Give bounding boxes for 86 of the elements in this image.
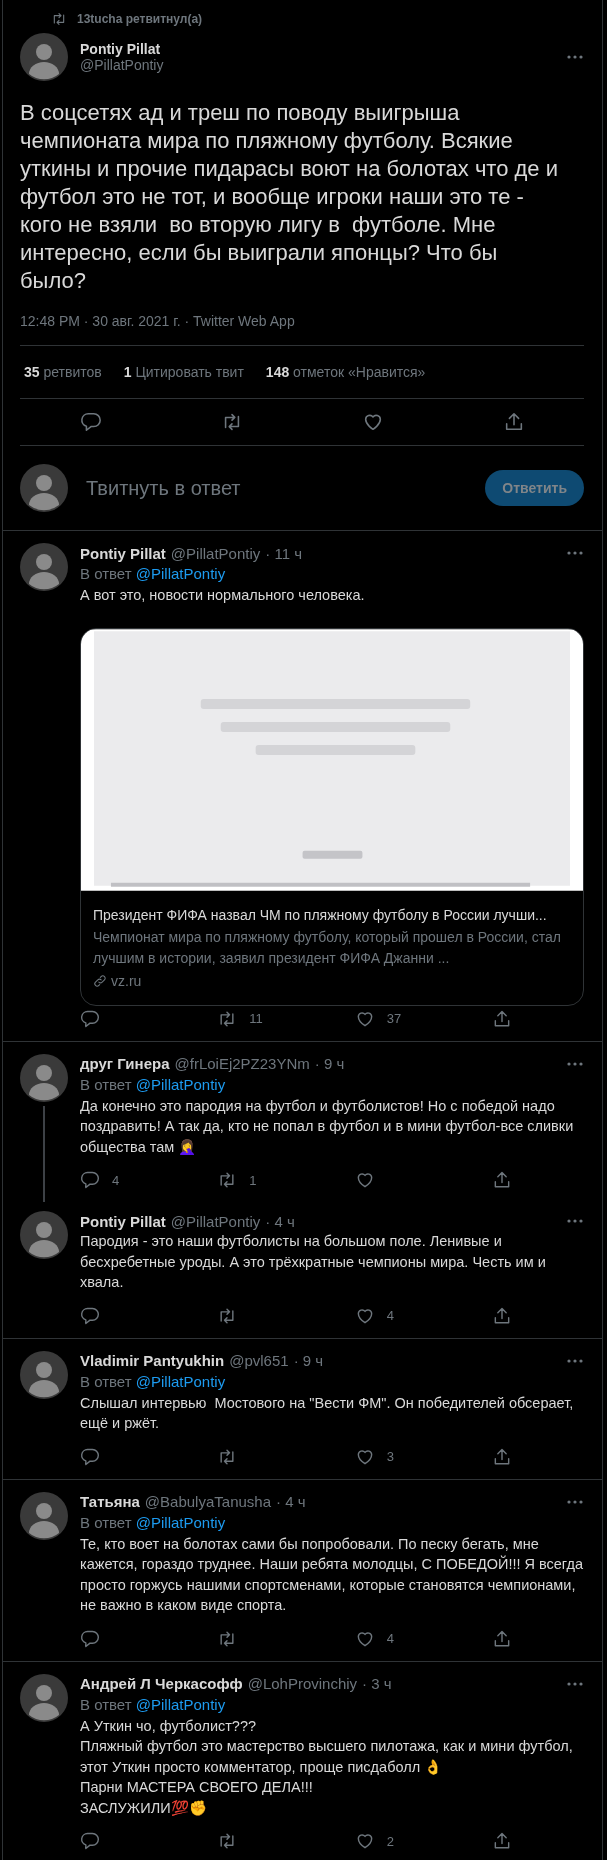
stat-link[interactable]: 148 отметок «Нравится» (265, 364, 426, 380)
avatar[interactable] (20, 1673, 68, 1722)
author-name[interactable]: Андрей Л Черкасофф (80, 1675, 243, 1692)
tweet-text: Слышал интервью Мостового на "Вести ФМ". Он победителей обсерает, ещё и ржёт. (80, 1393, 575, 1433)
retweet-label: 13tucha ретвитнул(а) (77, 12, 203, 26)
heart-button[interactable]: 2 (354, 1831, 415, 1851)
reply-context: В ответ @PillatPontiy (80, 1512, 227, 1533)
reply-context: В ответ @PillatPontiy (80, 564, 227, 584)
reply-icon (79, 411, 102, 433)
heart-button[interactable]: 4 (354, 1628, 415, 1649)
retweet-icon (51, 11, 67, 27)
share-icon (492, 1831, 512, 1851)
retweet-button[interactable]: 11 (217, 1008, 278, 1029)
avatar[interactable] (20, 464, 68, 512)
card-description: Чемпионат мира по пляжному футболу, который прошел в России, стал лучшим в истории, заявил президент ФИФА Джанни ... (93, 927, 562, 968)
heart-button[interactable]: 4 (354, 1305, 415, 1326)
reply-icon (80, 1008, 100, 1029)
reply-button[interactable] (79, 411, 102, 433)
link-icon (93, 973, 107, 988)
avatar[interactable] (20, 1211, 68, 1259)
author-handle[interactable]: @LohProvinchiy (247, 1675, 358, 1692)
reply-icon (80, 1831, 100, 1851)
author-handle[interactable]: @PillatPontiy (80, 57, 554, 73)
reply-icon (80, 1628, 100, 1649)
stat-link[interactable]: 35 ретвитов (24, 364, 102, 380)
share-button[interactable] (492, 1170, 512, 1190)
author-name[interactable]: Pontiy Pillat (80, 544, 166, 562)
share-icon (492, 1446, 512, 1467)
author-name[interactable]: Pontiy Pillat (80, 1212, 166, 1230)
author-name[interactable]: Татьяна (80, 1493, 140, 1510)
tweet-text: В соцсетях ад и треш по поводу выигрыша чемпионата мира по пляжному футболу. Всякие уткины и прочие пидарасы воют на болотах что де и футбол это не тот, и вообще игроки наши это те - кого не взяли во вторую лигу в футболе. Мне интересно, если бы выиграли японцы? Что бы было? (20, 99, 559, 295)
author-handle[interactable]: @frLoiEj2PZ23YNm (174, 1055, 310, 1072)
tweet-text: Пародия - это наши футболисты на большом поле. Ленивые и бесхребетные уроды. А это трёхкратные чемпионы мира. Честь им и хвала. (80, 1232, 547, 1292)
tweet-text: Те, кто воет на болотах сами бы попробовали. По песку бегать, мне кажется, гораздо труднее. Наши ребята молодцы, С ПОБЕДОЙ!!! Я всегда просто горжусь нашими спортсменами, которые становятся чемпионами, не важно в каком виде спорта. (80, 1534, 584, 1615)
share-icon (492, 1305, 512, 1326)
author-name[interactable]: друг Гинера (80, 1055, 170, 1072)
share-button[interactable] (492, 1305, 512, 1326)
card-title: Президент ФИФА назвал ЧМ по пляжному футболу в России лучши... (93, 905, 548, 925)
tweet-text: А вот это, новости нормального человека. (80, 586, 366, 605)
author-name[interactable]: Vladimir Pantyukhin (80, 1352, 225, 1369)
tweet-time[interactable]: · 4 ч (265, 1212, 295, 1230)
reply-icon (80, 1170, 100, 1190)
tweet-time[interactable]: · 4 ч (276, 1493, 306, 1510)
author-handle[interactable]: @PillatPontiy (170, 1212, 261, 1230)
tweet-time[interactable]: · 11 ч (265, 544, 302, 562)
share-button[interactable] (492, 1831, 512, 1851)
share-icon (492, 1008, 512, 1029)
share-button[interactable] (492, 1446, 512, 1467)
author-handle[interactable]: @BabulyaTanusha (144, 1493, 271, 1510)
share-button[interactable] (492, 1628, 512, 1649)
share-button[interactable] (492, 1008, 512, 1029)
reply-button[interactable]: Ответить (485, 470, 584, 506)
reply-icon (80, 1446, 100, 1467)
avatar[interactable] (20, 33, 68, 81)
heart-button[interactable]: 3 (354, 1446, 415, 1467)
mention-link[interactable]: @PillatPontiy (135, 1695, 226, 1713)
avatar[interactable] (20, 1053, 68, 1102)
author-handle[interactable]: @PillatPontiy (170, 544, 261, 562)
retweet-button[interactable]: 1 (217, 1170, 278, 1190)
tweet-text: Да конечно это пародия на футбол и футболистов! Но с победой надо поздравить! А так да, кто не попал в футбол и в мини футбол-все сливки общества там 🤦‍♀ (80, 1096, 575, 1157)
tweet-time[interactable]: · 9 ч (314, 1055, 345, 1072)
avatar[interactable] (20, 1350, 68, 1399)
avatar[interactable] (20, 1491, 68, 1540)
tweet-time[interactable]: · 3 ч (362, 1675, 392, 1692)
share-icon (492, 1170, 512, 1190)
author-name[interactable]: Pontiy Pillat (80, 41, 554, 57)
link-card[interactable]: Президент ФИФА назвал ЧМ по пляжному футболу в России лучши... Чемпионат мира по пляжному футболу, который прошел в России, стал лучшим в истории, заявил президент ФИФА Джанни ... vz.ru (80, 627, 584, 1006)
card-domain: vz.ru (111, 972, 142, 989)
reply-context: В ответ @PillatPontiy (80, 1371, 227, 1392)
author-handle[interactable]: @pvl651 (229, 1352, 289, 1369)
reply-icon (80, 1305, 100, 1326)
tweet-time[interactable]: · 9 ч (293, 1352, 324, 1369)
mention-link[interactable]: @PillatPontiy (135, 1372, 226, 1390)
heart-button[interactable]: 37 (354, 1008, 415, 1029)
mention-link[interactable]: @PillatPontiy (135, 1513, 226, 1531)
reply-button[interactable]: 4 (80, 1170, 140, 1190)
avatar[interactable] (20, 543, 68, 591)
reply-field[interactable]: Твитнуть в ответ (80, 473, 474, 503)
share-icon (492, 1628, 512, 1649)
tweet-text: А Уткин чо, футболист??? Пляжный футбол это мастерство высшего пилотажа, как и мини футбол, этот Уткин просто комментатор, проще писдаболл 👌 Парни МАСТЕРА СВОЕГО ДЕЛА!!! ЗАСЛУЖИЛИ💯✊ (80, 1716, 574, 1818)
stat-link[interactable]: 1 Цитировать твит (123, 364, 244, 380)
reply-context: В ответ @PillatPontiy (80, 1074, 227, 1095)
mention-link[interactable]: @PillatPontiy (135, 565, 226, 582)
tweet-timestamp: 12:48 PM · 30 авг. 2021 г. · Twitter Web App (20, 313, 584, 346)
mention-link[interactable]: @PillatPontiy (135, 1075, 226, 1093)
reply-context: В ответ @PillatPontiy (80, 1694, 227, 1715)
